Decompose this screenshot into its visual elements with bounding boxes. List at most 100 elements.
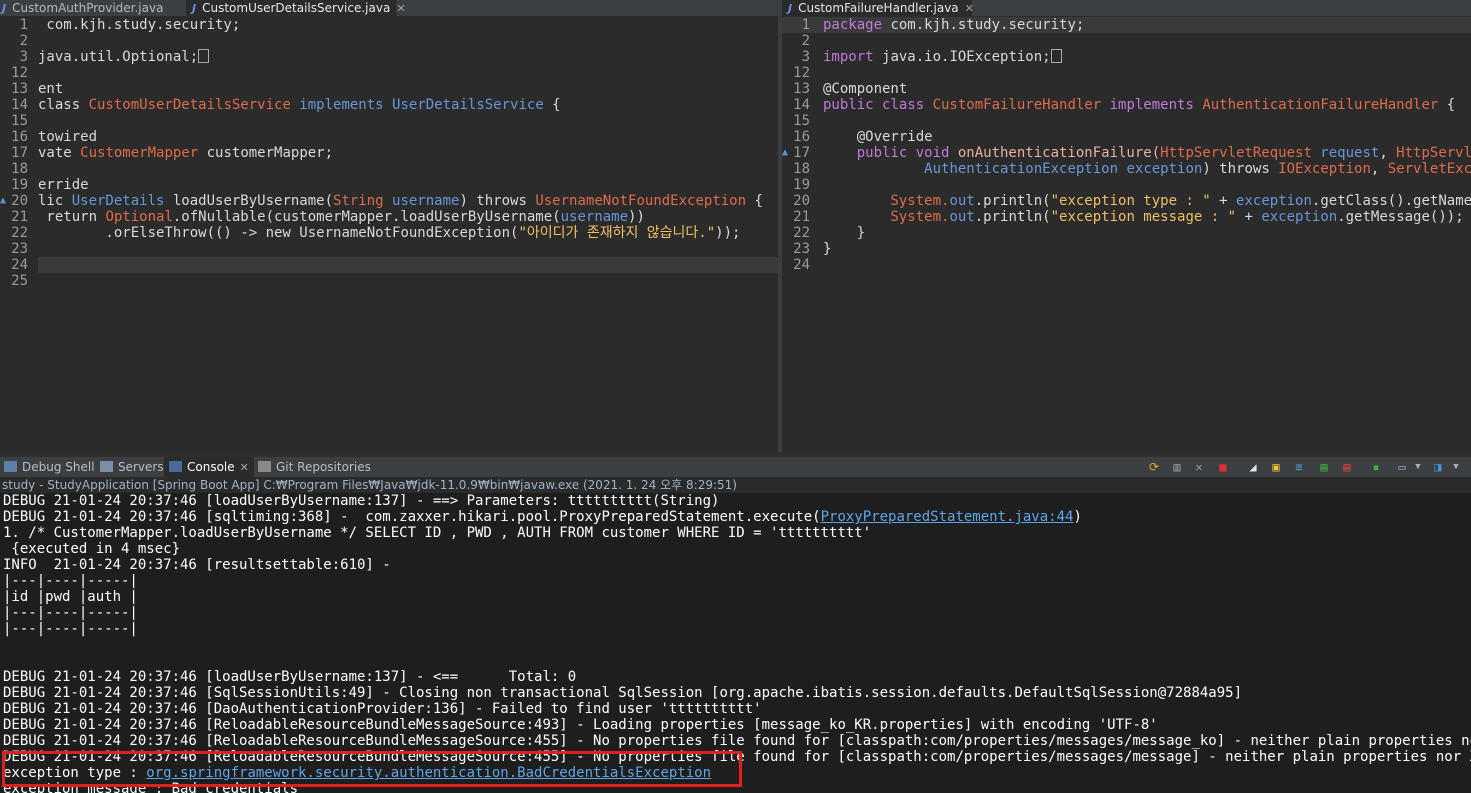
java-file-icon: J [2,2,7,15]
code-text: lic UserDetails loadUserByUsername(Strin… [38,193,763,209]
token: .ofNullable(customerMapper.loadUserByUse… [172,209,561,225]
line-number: 12 [11,65,28,81]
console-output[interactable]: DEBUG 21-01-24 20:37:46 [loadUserByUsern… [0,493,1471,793]
token: HttpServletRe [1396,145,1471,161]
code-line: 13 ent [0,81,778,97]
token: HttpServletRequest [1160,145,1312,161]
code-line: 23} [782,241,1471,257]
token: exception [1118,161,1203,177]
token: AuthenticationFailureHandler [1202,97,1439,113]
code-line: 24 [782,257,1471,273]
scroll-lock-icon[interactable]: ▣ [1268,459,1284,475]
close-tab-icon[interactable]: ✕ [965,2,974,15]
line-number: 15 [793,113,810,129]
refresh-icon[interactable]: ⟳ [1146,459,1162,475]
chevron-down-icon[interactable]: ▼ [1448,459,1464,475]
code-line: 12 [782,65,1471,81]
line-number: 23 [11,241,28,257]
token: CustomUserDetailsService [88,97,291,113]
code-text: java.util.Optional; [38,49,210,65]
code-line: 14 public class CustomFailureHandler impl… [782,97,1471,113]
line-number: 2 [19,33,28,49]
code-line: 2 [782,33,1471,49]
line-number: 1 [19,17,28,33]
show-stderr-icon[interactable]: ▤ [1339,459,1355,475]
word-wrap-icon[interactable]: ≡ [1291,459,1307,475]
token: , [1379,145,1397,161]
remove-all-icon[interactable]: ✕ [1191,459,1207,475]
token: username [383,193,460,209]
chevron-down-icon[interactable]: ▼ [1410,459,1426,475]
token: exception [1261,209,1338,225]
code-line: 22 } [782,225,1471,241]
folded-import-icon[interactable] [198,49,210,63]
display-console-icon[interactable]: ▭ [1394,459,1410,475]
code-line: 3 import java.io.IOException; [782,49,1471,65]
code-line: 22 .orElseThrow(() -> new UsernameNotFou… [0,225,778,241]
code-text: package com.kjh.study.security; [823,17,1084,33]
tab-custom-failure-handler[interactable]: J CustomFailureHandler.java ✕ [782,0,974,16]
show-stdout-icon[interactable]: ▤ [1316,459,1332,475]
console-line: |id |pwd |auth | [3,589,138,605]
current-code-line: 1 package com.kjh.study.security; [782,17,1471,33]
code-line: 21 System.out.println("exception message… [782,209,1471,225]
console-line: INFO 21-01-24 20:37:46 [resultsettable:6… [3,557,391,573]
console-line: DEBUG 21-01-24 20:37:46 [loadUserByUsern… [3,493,720,509]
code-text: import java.io.IOException; [823,49,1062,65]
token: out [949,193,975,209]
right-editor-tabbar: J CustomFailureHandler.java ✕ [782,0,1471,17]
terminate-icon[interactable]: ■ [1215,459,1231,475]
code-text: public void onAuthenticationFailure(Http… [823,145,1471,161]
right-editor[interactable]: J CustomFailureHandler.java ✕ 1 package com… [782,0,1471,452]
line-number: 19 [793,177,810,193]
remove-launch-icon[interactable]: ▥ [1169,459,1185,475]
right-code-area[interactable]: 1 package com.kjh.study.security; 2 3 impo… [782,17,1471,273]
line-number: 20 [11,193,28,209]
line-number: 24 [11,257,28,273]
tab-console[interactable]: Console ✕ [164,457,254,477]
source-link[interactable]: ProxyPreparedStatement.java:44 [821,509,1074,525]
left-code-area[interactable]: 1 com.kjh.study.security; 2 3 java.util.O… [0,17,778,289]
token: import [823,49,883,65]
code-line: 16 towired [0,129,778,145]
tab-custom-user-details-service[interactable]: J CustomUserDetailsService.java ✕ [186,0,406,16]
console-line: DEBUG 21-01-24 20:37:46 [loadUserByUsern… [3,669,577,685]
token: .getClass().getName()); [1311,193,1471,209]
close-tab-icon[interactable]: ✕ [240,461,249,474]
token: .println( [974,209,1051,225]
line-number: 15 [11,113,28,129]
code-line: 15 [0,113,778,129]
tab-custom-auth-provider[interactable]: J CustomAuthProvider.java [2,0,163,16]
tab-servers[interactable]: Servers [100,457,164,477]
pin-console-icon[interactable]: ▪ [1368,459,1384,475]
code-text: class CustomUserDetailsService implement… [38,97,561,113]
console-line: DEBUG 21-01-24 20:37:46 [SqlSessionUtils… [3,685,1243,701]
clear-console-icon[interactable]: ◢ [1245,459,1261,475]
import-text: java.util.Optional; [38,49,199,65]
line-number: 14 [11,97,28,113]
token: CustomFailureHandler [932,97,1102,113]
highlight-box [2,751,742,787]
code-text: towired [38,129,98,145]
token: Optional [105,209,173,225]
folded-import-icon[interactable] [1050,49,1062,63]
console-line: {executed in 4 msec} [3,541,181,557]
tab-debug-shell[interactable]: Debug Shell [4,457,95,477]
token: request [1311,145,1380,161]
tab-git-repositories[interactable]: Git Repositories [258,457,371,477]
token: customerMapper; [198,145,334,161]
console-line: |---|----|-----| [3,605,138,621]
left-editor[interactable]: J CustomAuthProvider.java J CustomUserDeta… [0,0,778,452]
line-number: 24 [793,257,810,273]
console-line: DEBUG 21-01-24 20:37:46 [DaoAuthenticati… [3,701,762,717]
line-number: 12 [793,65,810,81]
token: return [38,209,106,225]
token: System. [823,209,950,225]
line-number: 19 [11,177,28,193]
token: implements [290,97,393,113]
open-console-icon[interactable]: ◨ [1430,459,1446,475]
console-line: |---|----|-----| [3,621,138,637]
token: loadUserByUsername( [164,193,334,209]
close-tab-icon[interactable]: ✕ [396,2,405,15]
